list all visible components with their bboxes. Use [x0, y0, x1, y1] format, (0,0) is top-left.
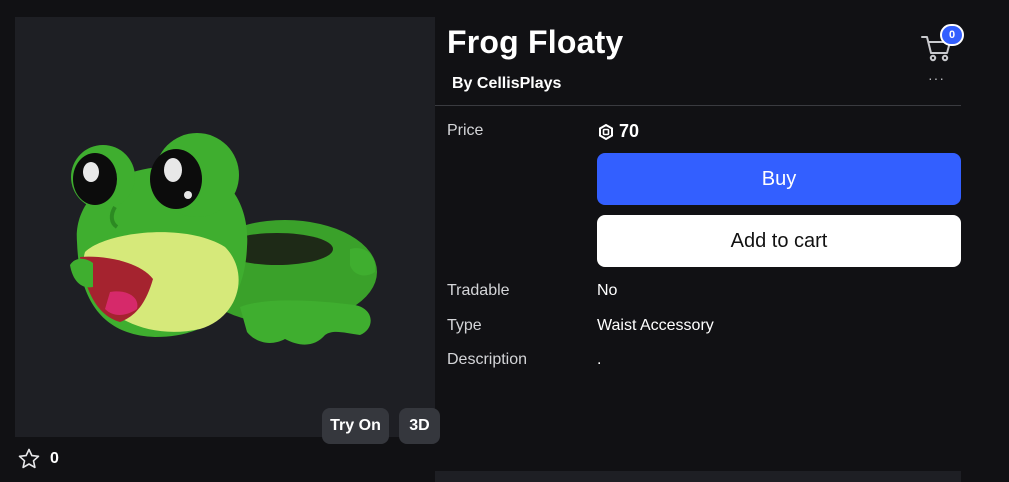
more-dots-icon[interactable]: ···	[928, 70, 945, 86]
item-preview-panel[interactable]: Try On 3D	[15, 17, 440, 444]
buy-button[interactable]: Buy	[597, 153, 961, 205]
robux-icon	[599, 123, 613, 140]
description-label: Description	[447, 351, 528, 368]
price-value: 70	[619, 121, 640, 141]
creator-link[interactable]: CellisPlays	[477, 75, 562, 92]
item-details-page: Try On 3D 0 Frog Floaty By CellisPlays 0…	[0, 0, 1009, 482]
add-to-cart-button[interactable]: Add to cart	[597, 215, 961, 267]
cart-count-badge: 0	[940, 24, 964, 46]
favorite-control[interactable]: 0	[17, 447, 59, 471]
item-thumbnail	[70, 133, 377, 345]
description-value: .	[597, 351, 602, 368]
header-divider	[435, 105, 961, 106]
creator-byline: By CellisPlays	[452, 75, 561, 93]
star-outline-icon	[18, 448, 40, 469]
price-label: Price	[447, 122, 484, 139]
favorite-count: 0	[50, 450, 59, 467]
type-value: Waist Accessory	[597, 317, 714, 334]
price-value-group: 70	[598, 121, 639, 142]
lower-section-edge	[435, 471, 961, 482]
item-title: Frog Floaty	[447, 24, 624, 60]
try-on-button[interactable]: Try On	[322, 408, 389, 444]
view-3d-button[interactable]: 3D	[399, 408, 440, 444]
type-label: Type	[447, 317, 482, 334]
by-prefix: By	[452, 75, 473, 92]
tradable-value: No	[597, 282, 618, 299]
tradable-label: Tradable	[447, 282, 510, 299]
